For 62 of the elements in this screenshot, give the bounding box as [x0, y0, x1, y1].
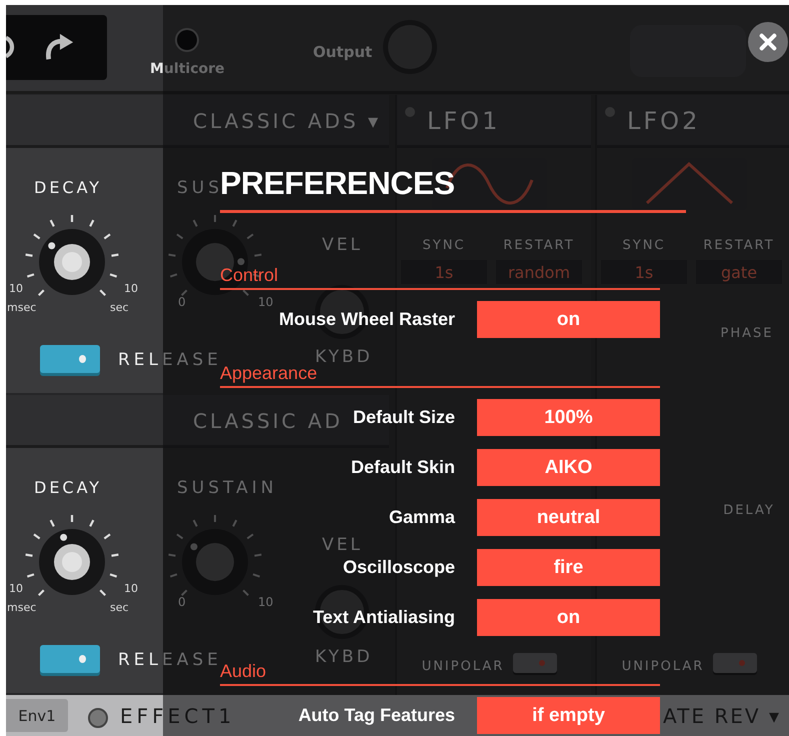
undo-icon[interactable] — [6, 33, 16, 61]
setting-label: Oscilloscope — [342, 557, 455, 578]
value-display[interactable]: 1s — [601, 260, 687, 284]
scale-label: 0 — [178, 595, 186, 609]
scale-label: 10 — [9, 582, 23, 595]
setting-label: Auto Tag Features — [298, 705, 455, 726]
parameter-label: UNIPOLAR — [422, 659, 504, 674]
setting-value-button[interactable]: neutral — [477, 499, 660, 536]
parameter-label: VEL — [322, 235, 363, 255]
effect-mode-selector[interactable]: ATE REV ▾ — [663, 704, 781, 728]
setting-value-button[interactable]: on — [477, 599, 660, 636]
scale-label: 10 — [124, 282, 138, 295]
close-icon — [759, 33, 777, 51]
multicore-label: Multicore — [150, 61, 225, 77]
scale-label: 0 — [178, 295, 186, 309]
scale-label: 10 — [258, 595, 274, 609]
setting-label: Gamma — [388, 507, 455, 528]
setting-value-button[interactable]: AIKO — [477, 449, 660, 486]
lfo-title: LFO2 — [627, 107, 700, 135]
scale-label: sec — [110, 301, 129, 314]
parameter-label: SYNC — [422, 238, 466, 253]
parameter-label: UNIPOLAR — [622, 659, 704, 674]
output-label: Output — [313, 43, 372, 61]
unipolar-switch[interactable] — [713, 653, 757, 673]
scale-label: 10 — [258, 295, 274, 309]
parameter-label: PHASE — [720, 326, 774, 341]
section-heading: Appearance — [220, 362, 660, 388]
parameter-label: RELEASE — [118, 350, 222, 370]
setting-label: Default Skin — [350, 457, 455, 478]
envelope-mode-selector[interactable]: CLASSIC AD — [193, 409, 343, 433]
setting-label: Text Antialiasing — [312, 607, 455, 628]
lfo-title: LFO1 — [427, 107, 500, 135]
parameter-label: DECAY — [34, 178, 102, 197]
envelope-tab[interactable]: Env1 — [6, 699, 68, 732]
parameter-label: RESTART — [703, 238, 775, 253]
value-display[interactable]: random — [496, 260, 582, 284]
parameter-label: RELEASE — [118, 650, 222, 670]
scale-label: sec — [110, 601, 129, 614]
release-switch[interactable] — [40, 345, 100, 373]
parameter-label: VEL — [322, 535, 363, 555]
parameter-label: SYNC — [622, 238, 666, 253]
setting-value-button[interactable]: 100% — [477, 399, 660, 436]
parameter-label: RESTART — [503, 238, 575, 253]
scale-label: msec — [7, 601, 36, 614]
parameter-label: SUSTAIN — [177, 478, 278, 498]
parameter-label: DELAY — [723, 503, 775, 518]
parameter-label: KYBD — [315, 647, 373, 667]
parameter-label: DECAY — [34, 478, 102, 497]
setting-value-button[interactable]: if empty — [477, 697, 660, 734]
setting-value-button[interactable]: on — [477, 301, 660, 338]
scale-label: msec — [7, 301, 36, 314]
setting-value-button[interactable]: fire — [477, 549, 660, 586]
toggle-dot[interactable] — [177, 30, 197, 50]
envelope-mode-selector[interactable]: CLASSIC ADS ▾ — [193, 109, 382, 133]
setting-label: Default Size — [352, 407, 455, 428]
scale-label: 10 — [124, 582, 138, 595]
setting-label: Mouse Wheel Raster — [278, 309, 455, 330]
unipolar-switch[interactable] — [513, 653, 557, 673]
scale-label: 10 — [9, 282, 23, 295]
value-display[interactable]: 1s — [401, 260, 487, 284]
value-display[interactable]: gate — [696, 260, 782, 284]
release-switch[interactable] — [40, 645, 100, 673]
